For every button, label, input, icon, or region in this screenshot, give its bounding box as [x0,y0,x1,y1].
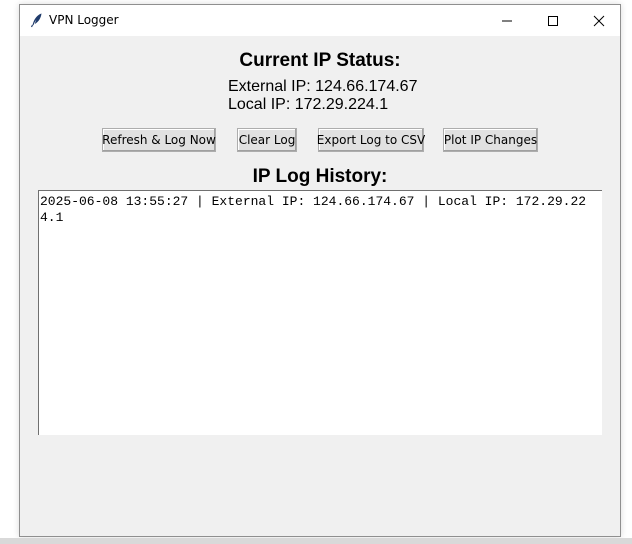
status-heading: Current IP Status: [239,50,401,71]
log-text-area[interactable]: 2025-06-08 13:55:27 | External IP: 124.6… [38,190,602,435]
clear-log-button[interactable]: Clear Log [237,128,297,152]
local-ip-label: Local IP: 172.29.224.1 [228,96,389,113]
external-ip-label: External IP: 124.66.174.67 [228,78,418,95]
plot-ip-changes-button[interactable]: Plot IP Changes [443,128,538,152]
title-bar[interactable]: VPN Logger [20,5,620,36]
ip-status-block: External IP: 124.66.174.67 Local IP: 172… [228,78,417,114]
window-title: VPN Logger [49,13,119,27]
main-content: Current IP Status: External IP: 124.66.1… [20,36,620,536]
taskbar-edge [0,538,632,544]
log-heading: IP Log History: [252,166,388,187]
minimize-button[interactable] [484,5,530,36]
maximize-icon [548,15,558,26]
feather-icon [29,12,45,28]
refresh-log-button[interactable]: Refresh & Log Now [102,128,216,152]
close-button[interactable] [576,5,622,36]
minimize-icon [502,20,512,21]
close-icon [593,15,605,26]
maximize-button[interactable] [530,5,576,36]
desktop: VPN Logger Current IP Status: External I… [0,0,632,544]
app-window: VPN Logger Current IP Status: External I… [19,4,621,537]
button-row: Refresh & Log Now Clear Log Export Log t… [20,128,620,152]
export-csv-button[interactable]: Export Log to CSV [317,128,425,152]
